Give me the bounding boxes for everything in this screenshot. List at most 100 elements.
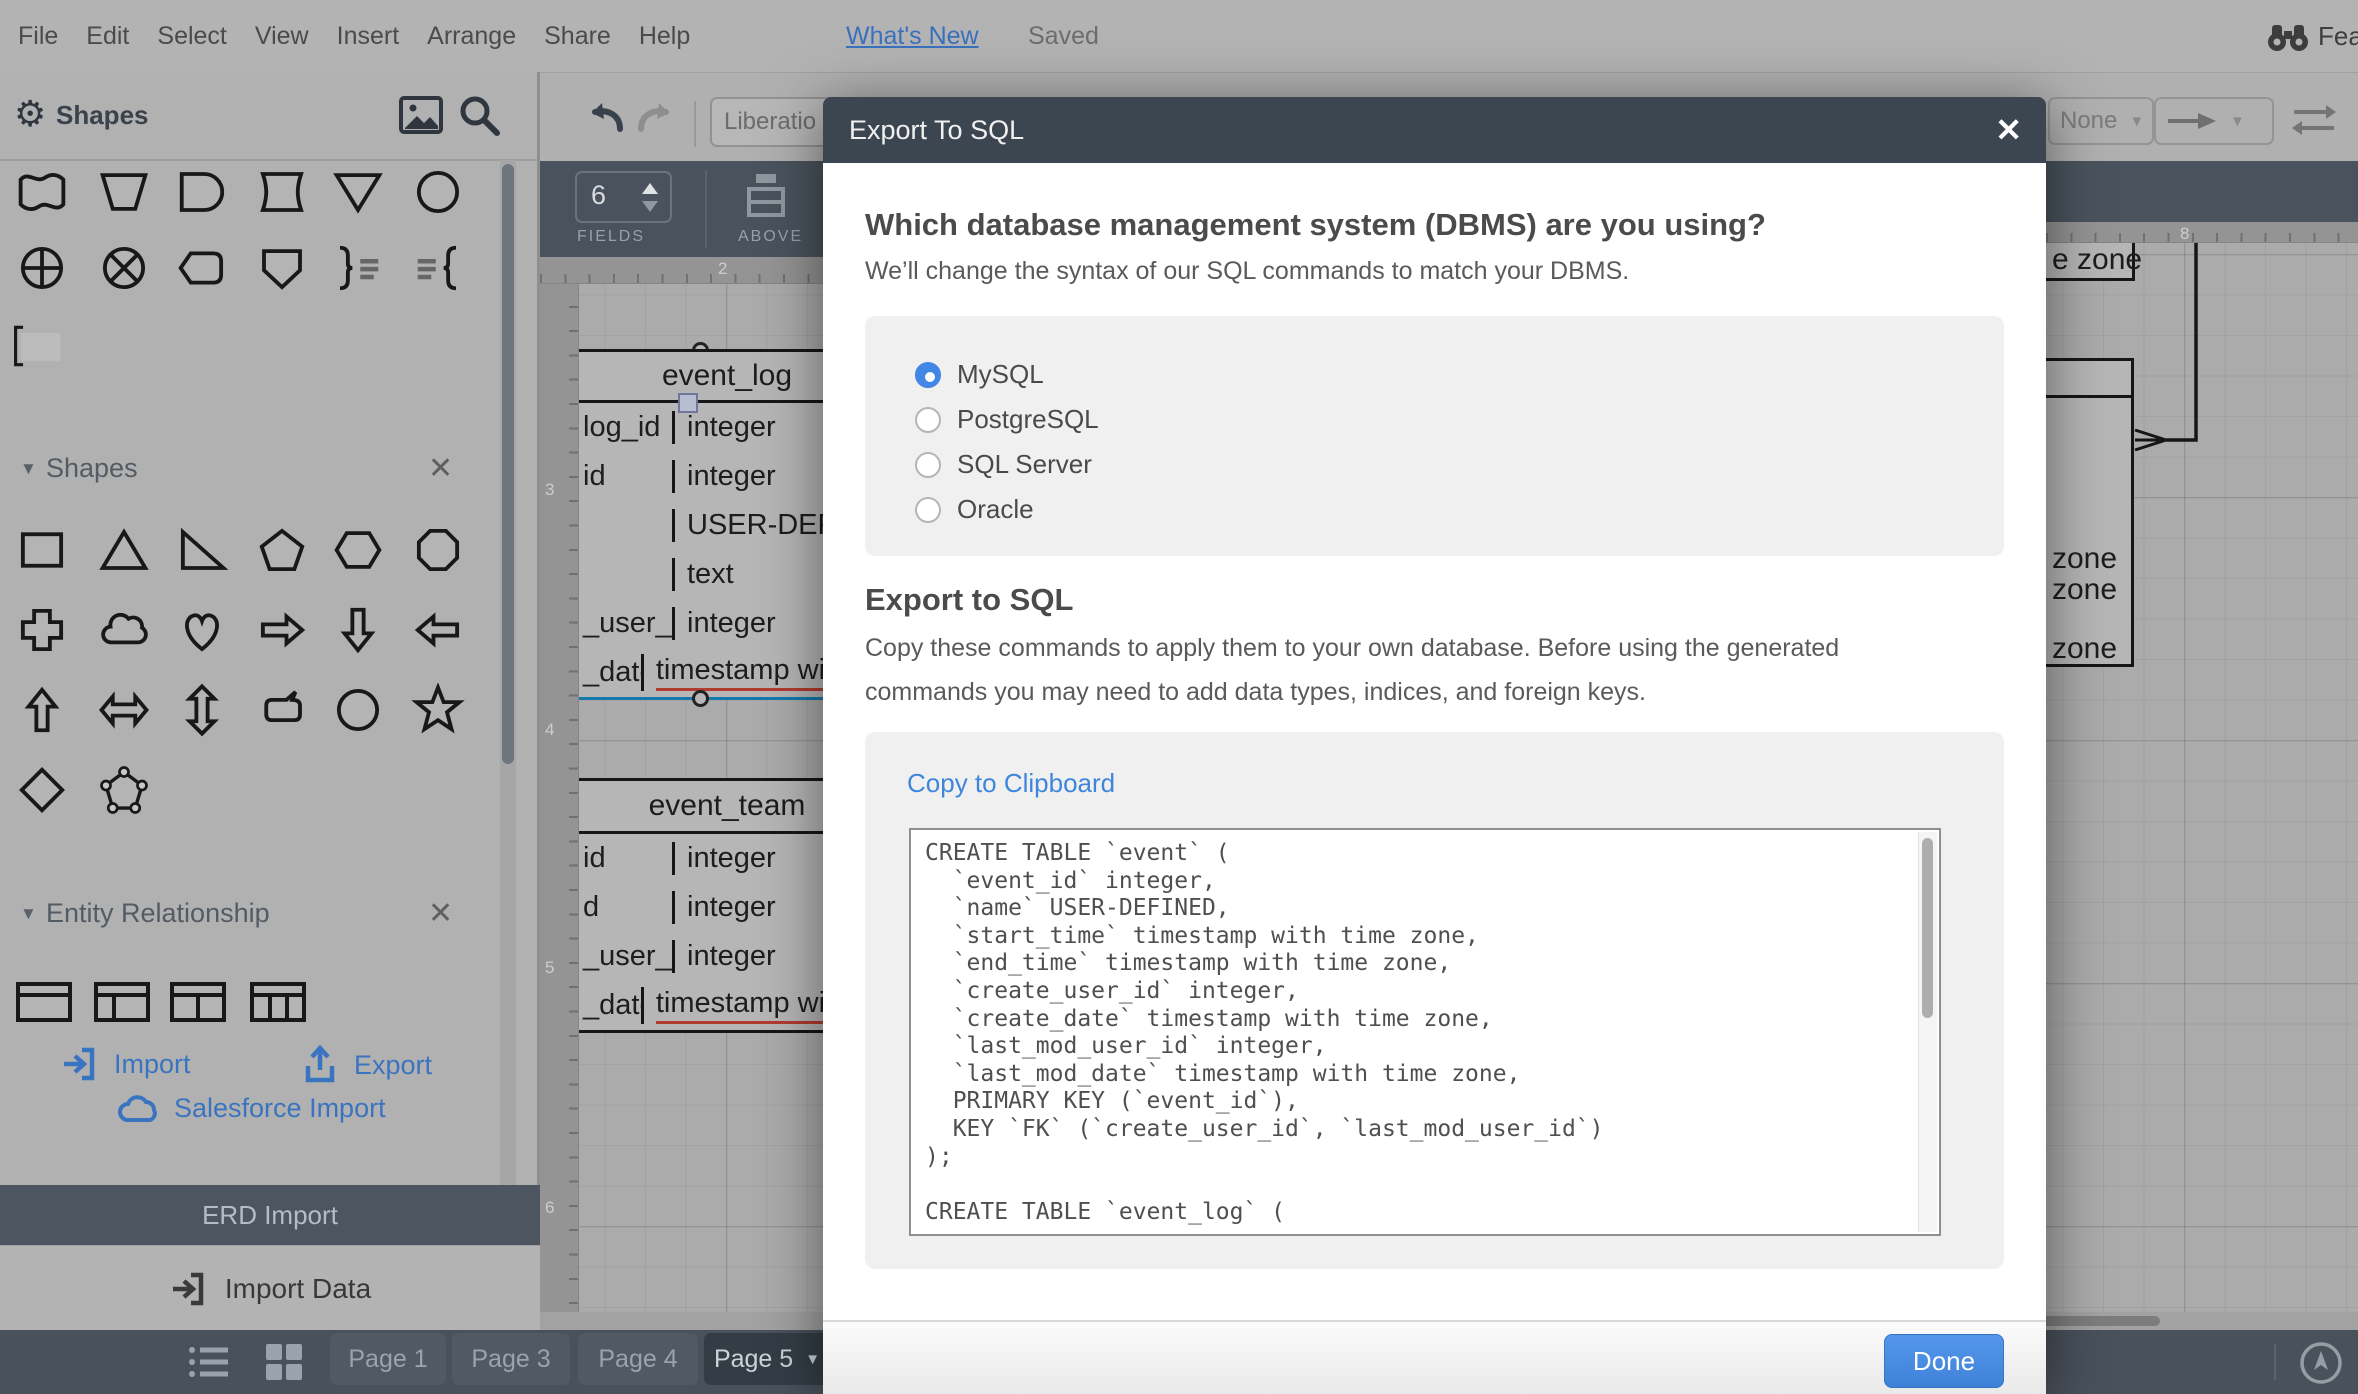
tab-page-3[interactable]: Page 3 xyxy=(452,1333,570,1385)
shape-diamond[interactable] xyxy=(14,762,70,818)
line-endpoint-none-select[interactable]: None▼ xyxy=(2048,97,2154,145)
radio-sql-server[interactable]: SQL Server xyxy=(915,442,2004,487)
tab-page-1[interactable]: Page 1 xyxy=(330,1333,446,1385)
search-icon[interactable] xyxy=(456,92,502,138)
stepper-up-icon[interactable] xyxy=(642,183,658,194)
menu-insert[interactable]: Insert xyxy=(337,22,400,51)
shape-hexagon[interactable] xyxy=(330,522,386,578)
shape-entity-plain[interactable] xyxy=(12,974,76,1030)
menu-select[interactable]: Select xyxy=(157,22,226,51)
shape-brace-right-note[interactable] xyxy=(330,240,386,296)
shape-circle[interactable] xyxy=(410,164,466,220)
shape-brace-left-note[interactable] xyxy=(410,240,466,296)
done-button[interactable]: Done xyxy=(1884,1334,2004,1388)
shape-delay[interactable] xyxy=(174,164,230,220)
insert-row-above-icon[interactable] xyxy=(744,172,788,222)
menu-help[interactable]: Help xyxy=(639,22,690,51)
shape-callout[interactable] xyxy=(254,682,310,738)
shape-or-junction[interactable] xyxy=(14,240,70,296)
menu-file[interactable]: File xyxy=(18,22,58,51)
radio-icon[interactable] xyxy=(915,497,941,523)
shape-arrow-left[interactable] xyxy=(410,602,466,658)
shape-octagon[interactable] xyxy=(410,522,466,578)
shape-wave-flag[interactable] xyxy=(14,164,70,220)
radio-selected-icon[interactable] xyxy=(915,362,941,388)
shape-circle-2[interactable] xyxy=(330,682,386,738)
shape-summing-junction[interactable] xyxy=(96,240,152,296)
scrollbar-thumb[interactable] xyxy=(1922,838,1933,1018)
radio-oracle[interactable]: Oracle xyxy=(915,487,2004,532)
sql-code-box[interactable]: CREATE TABLE `event` ( `event_id` intege… xyxy=(909,828,1941,1236)
connection-point[interactable] xyxy=(692,690,709,707)
close-section-icon[interactable]: ✕ xyxy=(428,896,453,931)
whats-new-link[interactable]: What's New xyxy=(846,0,979,72)
shape-arrow-up-down[interactable] xyxy=(174,682,230,738)
shape-pentagon[interactable] xyxy=(254,522,310,578)
shape-polygon-vertices[interactable] xyxy=(96,762,152,818)
presentation-pointer-icon[interactable] xyxy=(2298,1340,2344,1386)
cloud-icon xyxy=(116,1092,160,1124)
shape-cloud[interactable] xyxy=(96,602,152,658)
shape-triangle[interactable] xyxy=(96,522,152,578)
menu-edit[interactable]: Edit xyxy=(86,22,129,51)
tab-page-5-active[interactable]: Page 5 ▼ xyxy=(704,1333,830,1385)
menu-share[interactable]: Share xyxy=(544,22,611,51)
erd-import-bar[interactable]: ERD Import xyxy=(0,1185,540,1245)
close-section-icon[interactable]: ✕ xyxy=(428,451,453,486)
menu-view[interactable]: View xyxy=(255,22,309,51)
sidebar-scrollbar[interactable] xyxy=(500,160,516,1185)
image-icon[interactable] xyxy=(398,94,444,136)
import-icon xyxy=(60,1044,100,1084)
selection-handle[interactable] xyxy=(678,393,698,413)
shape-entity-2col-left[interactable] xyxy=(90,974,154,1030)
shape-arrow-down[interactable] xyxy=(330,602,386,658)
shape-right-triangle[interactable] xyxy=(174,522,230,578)
feature-find-icon[interactable] xyxy=(2266,19,2310,53)
redo-icon[interactable] xyxy=(635,95,681,137)
chevron-down-icon[interactable]: ▼ xyxy=(805,1351,820,1368)
undo-icon[interactable] xyxy=(580,95,626,137)
close-icon[interactable]: ✕ xyxy=(1995,111,2022,149)
radio-icon[interactable] xyxy=(915,452,941,478)
copy-to-clipboard-link[interactable]: Copy to Clipboard xyxy=(907,768,1115,799)
gear-icon[interactable]: ⚙ xyxy=(14,92,46,136)
shape-rectangle[interactable] xyxy=(14,522,70,578)
shape-star[interactable] xyxy=(410,682,466,738)
shape-arrow-right[interactable] xyxy=(254,602,310,658)
shape-arrow-up[interactable] xyxy=(14,682,70,738)
shape-cross[interactable] xyxy=(14,602,70,658)
shape-prep-hexagon[interactable] xyxy=(174,240,230,296)
shape-display[interactable] xyxy=(254,164,310,220)
page-grid-icon[interactable] xyxy=(262,1340,306,1384)
er-export-link[interactable]: Export xyxy=(300,1044,432,1086)
collapse-triangle-icon[interactable]: ▼ xyxy=(20,459,37,479)
shape-trapezoid-down[interactable] xyxy=(96,164,152,220)
line-arrow-style-select[interactable]: ▼ xyxy=(2154,97,2274,145)
toolbar-divider xyxy=(705,170,707,248)
salesforce-import-link[interactable]: Salesforce Import xyxy=(116,1092,386,1124)
radio-mysql[interactable]: MySQL xyxy=(915,352,2004,397)
reverse-line-icon[interactable] xyxy=(2290,101,2338,137)
code-scrollbar[interactable] xyxy=(1918,832,1937,1232)
shape-heart[interactable] xyxy=(174,602,230,658)
shape-arrow-left-right[interactable] xyxy=(96,682,152,738)
menu-arrange[interactable]: Arrange xyxy=(427,22,516,51)
scrollbar-thumb[interactable] xyxy=(502,164,514,764)
fields-stepper[interactable]: 6 xyxy=(575,171,672,223)
shape-triangle-down[interactable] xyxy=(330,164,386,220)
shape-bracket-left[interactable] xyxy=(10,318,66,374)
shape-entity-2col[interactable] xyxy=(166,974,230,1030)
import-data-button[interactable]: Import Data xyxy=(0,1245,540,1331)
page-list-icon[interactable] xyxy=(186,1340,232,1384)
er-import-link[interactable]: Import xyxy=(60,1044,191,1084)
export-to-sql-dialog: Export To SQL ✕ Which database managemen… xyxy=(823,97,2046,1394)
shape-shield-down[interactable] xyxy=(254,240,310,296)
dialog-header: Export To SQL ✕ xyxy=(823,97,2046,163)
radio-icon[interactable] xyxy=(915,407,941,433)
shape-entity-3col[interactable] xyxy=(246,974,310,1030)
radio-postgresql[interactable]: PostgreSQL xyxy=(915,397,2004,442)
collapse-triangle-icon[interactable]: ▼ xyxy=(20,904,37,924)
feature-find-label[interactable]: Fea xyxy=(2318,0,2358,72)
stepper-down-icon[interactable] xyxy=(642,201,658,212)
tab-page-4[interactable]: Page 4 xyxy=(578,1333,698,1385)
